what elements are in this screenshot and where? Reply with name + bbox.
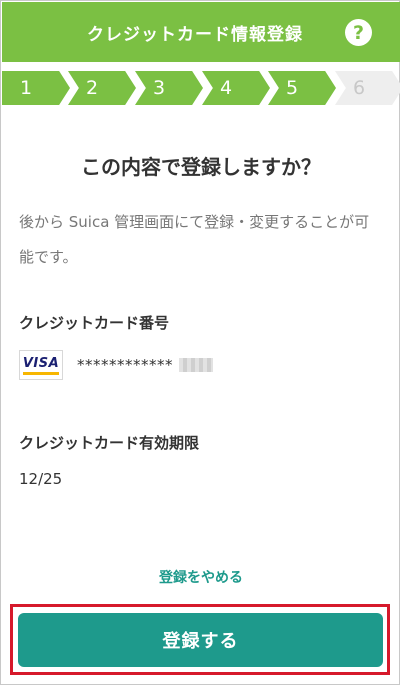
page-title: クレジットカード情報登録 <box>87 24 303 45</box>
register-button[interactable]: 登録する <box>18 613 383 667</box>
card-brand: VISA <box>22 356 60 371</box>
expiry-label: クレジットカード有効期限 <box>19 434 200 452</box>
step-progress: 1 2 3 4 5 6 <box>2 71 400 105</box>
step-2: 2 <box>68 71 136 105</box>
step-6: 6 <box>335 71 400 105</box>
confirm-heading: この内容で登録しますか？ <box>81 155 321 179</box>
help-icon[interactable]: ? <box>345 19 372 46</box>
step-4: 4 <box>202 71 270 105</box>
description-text: 後から Suica 管理画面にて登録・変更することが可能です。 <box>19 213 370 266</box>
blurred-digits <box>179 358 213 372</box>
header-bar: クレジットカード情報登録 ? <box>2 2 400 62</box>
card-number-value: ************ <box>77 356 173 374</box>
step-5: 5 <box>268 71 336 105</box>
app-screen: クレジットカード情報登録 ? 1 2 3 4 5 6 この内容で登録しますか？ … <box>0 0 400 685</box>
visa-logo-icon: VISA <box>19 350 63 380</box>
step-1: 1 <box>2 71 70 105</box>
card-number-row: VISA ************ <box>19 350 213 380</box>
step-3: 3 <box>135 71 203 105</box>
card-number-label: クレジットカード番号 <box>19 314 170 332</box>
expiry-value: 12/25 <box>19 470 63 488</box>
visa-stripe <box>23 372 59 375</box>
cancel-registration-link[interactable]: 登録をやめる <box>1 567 400 587</box>
